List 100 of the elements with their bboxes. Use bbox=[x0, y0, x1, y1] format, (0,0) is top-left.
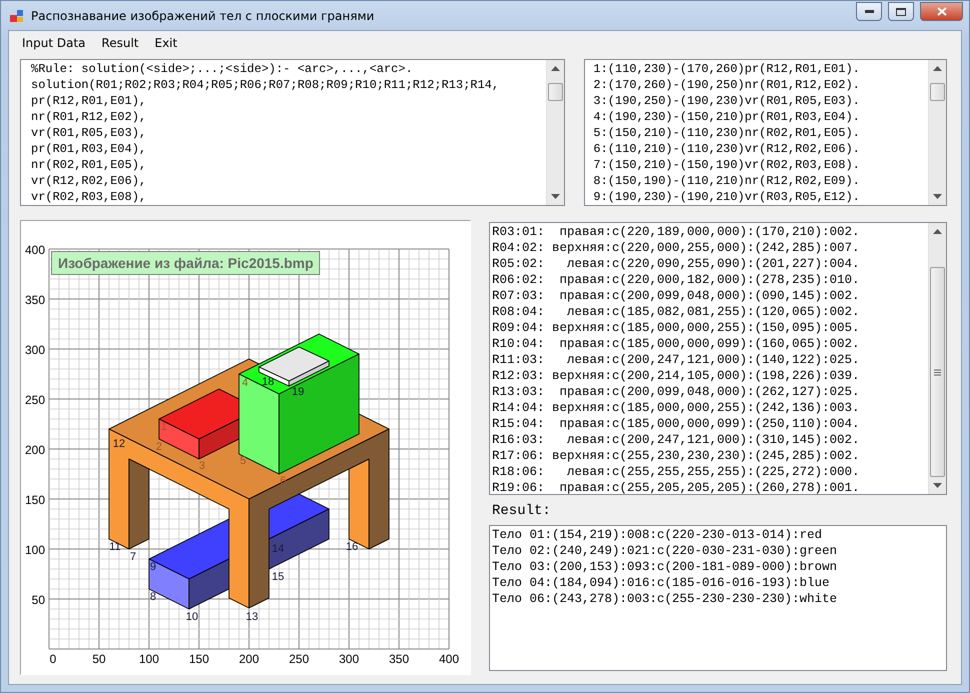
list-line: R16:03: левая:c(200,247,121,000):(310,145):002. bbox=[492, 432, 861, 448]
maximize-icon bbox=[896, 8, 906, 16]
vertex-label: 5 bbox=[240, 455, 246, 467]
axis-tick-label: 200 bbox=[238, 652, 260, 666]
list-line: R03:01: правая:c(220,189,000,000):(170,210):002. bbox=[492, 224, 861, 240]
vertex-label: 13 bbox=[246, 611, 258, 623]
list-line: 6:(110,210)-(110,230)vr(R12,R02,E06). bbox=[593, 141, 861, 157]
axis-tick-label: 400 bbox=[438, 652, 460, 666]
result-line: Тело 03:(200,153):093:c(200-181-089-000):brown bbox=[492, 559, 838, 575]
close-button[interactable] bbox=[920, 2, 963, 21]
vertex-label: 16 bbox=[346, 541, 358, 553]
scrollbar-thumb[interactable] bbox=[930, 83, 945, 101]
code-line: nr(R01,R12,E02), bbox=[31, 109, 148, 125]
list-line: 7:(150,210)-(150,190)vr(R02,R03,E08). bbox=[593, 157, 861, 173]
list-line: R05:02: левая:c(220,090,255,090):(201,227):004. bbox=[492, 256, 861, 272]
vertex-label: 7 bbox=[130, 551, 136, 563]
menu-item[interactable]: Result bbox=[96, 33, 145, 53]
axis-tick-label: 350 bbox=[24, 293, 45, 307]
result-box[interactable] bbox=[489, 525, 947, 671]
list-line: 5:(150,210)-(110,230)nr(R02,R01,E05). bbox=[593, 125, 861, 141]
vertex-label: 18 bbox=[262, 376, 274, 388]
close-icon bbox=[936, 7, 946, 16]
vertex-label: 3 bbox=[198, 460, 206, 472]
menu-item[interactable]: Exit bbox=[148, 33, 184, 53]
list-line: R15:04: правая:c(185,000,000,099):(250,110):004. bbox=[492, 416, 861, 432]
list-line: R18:06: левая:c(255,255,255,255):(225,272):000. bbox=[492, 464, 861, 480]
vertex-label: 10 bbox=[186, 611, 198, 623]
vertex-label: 14 bbox=[272, 543, 284, 555]
list-line: R04:02: верхняя:c(220,000,255,000):(242,285):007. bbox=[492, 240, 861, 256]
vertex-label: 9 bbox=[150, 561, 156, 573]
list-line: R06:02: правая:c(220,000,182,000):(278,235):010. bbox=[492, 272, 861, 288]
axis-tick-label: 400 bbox=[24, 243, 45, 257]
list-line: R13:03: правая:c(200,099,048,000):(262,127):025. bbox=[492, 384, 861, 400]
vertex-label: 4 bbox=[242, 377, 248, 389]
vertex-label: 6 bbox=[280, 475, 286, 487]
scroll-down-icon[interactable] bbox=[933, 483, 942, 488]
scroll-up-icon[interactable] bbox=[933, 229, 942, 234]
axis-tick-label: 50 bbox=[32, 593, 45, 607]
axis-tick-label: 150 bbox=[24, 493, 45, 507]
list-line: R19:06: правая:c(255,205,205,205):(260,278):001. bbox=[492, 480, 861, 494]
grip-icon bbox=[934, 368, 941, 376]
axis-tick-label: 100 bbox=[24, 543, 45, 557]
menu-item[interactable]: Input Data bbox=[16, 33, 92, 53]
list-line: R14:04: верхняя:c(185,000,000,255):(242,136):003. bbox=[492, 400, 861, 416]
scroll-up-icon[interactable] bbox=[551, 66, 560, 71]
list-line: R17:06: верхняя:c(255,230,230,230):(245,285):002. bbox=[492, 448, 861, 464]
result-line: Тело 02:(240,249):021:c(220-030-231-030):green bbox=[492, 543, 838, 559]
list-box[interactable] bbox=[489, 222, 947, 495]
vertex-label: 19 bbox=[292, 386, 304, 398]
axis-tick-label: 300 bbox=[24, 343, 45, 357]
list-line: R07:03: правая:c(200,099,048,000):(090,145):002. bbox=[492, 288, 861, 304]
scrollbar-thumb[interactable] bbox=[548, 83, 564, 101]
axis-tick-label: 150 bbox=[188, 652, 210, 666]
axis-tick-label: 250 bbox=[24, 393, 45, 407]
vertex-label: 2 bbox=[156, 441, 162, 453]
result-label: Result: bbox=[492, 503, 552, 519]
list-line: R11:03: левая:c(200,247,121,000):(140,122):025. bbox=[492, 352, 861, 368]
list-line: 1:(110,230)-(170,260)pr(R12,R01,E01). bbox=[593, 61, 861, 77]
list-line: 4:(190,230)-(150,210)pr(R01,R03,E04). bbox=[593, 109, 861, 125]
axis-tick-label: 200 bbox=[24, 443, 45, 457]
result-line: Тело 06:(243,278):003:c(255-230-230-230):white bbox=[492, 591, 838, 607]
scroll-down-icon[interactable] bbox=[933, 194, 942, 199]
list-box[interactable] bbox=[584, 59, 947, 206]
axis-tick-label: 100 bbox=[138, 652, 160, 666]
image-caption: Изображение из файла: Pic2015.bmp bbox=[51, 251, 320, 275]
code-line: nr(R02,R01,E05), bbox=[31, 157, 148, 173]
vertex-label: 1 bbox=[160, 421, 168, 433]
axis-tick-label: 250 bbox=[288, 652, 310, 666]
axis-tick-label: 50 bbox=[92, 652, 106, 666]
vertex-label: 8 bbox=[150, 591, 156, 603]
result-line: Тело 04:(184,094):016:c(185-016-016-193):blue bbox=[492, 575, 831, 591]
list-line: 8:(150,190)-(110,210)nr(R12,R02,E09). bbox=[593, 173, 861, 189]
maximize-button[interactable] bbox=[888, 2, 914, 21]
list-line: 9:(190,230)-(190,210)vr(R03,R05,E12). bbox=[593, 189, 861, 205]
scrollbar-thumb[interactable] bbox=[930, 267, 945, 477]
list-line: R08:04: левая:c(185,082,081,255):(120,065):002. bbox=[492, 304, 861, 320]
code-line: pr(R12,R01,E01), bbox=[31, 93, 148, 109]
scrollbar[interactable] bbox=[928, 223, 946, 494]
code-line: vr(R12,R02,E06), bbox=[31, 173, 148, 189]
scrollbar[interactable] bbox=[546, 60, 564, 205]
result-line: Тело 01:(154,219):008:c(220-230-013-014):red bbox=[492, 527, 824, 543]
code-line: vr(R01,R05,E03), bbox=[31, 125, 148, 141]
scroll-up-icon[interactable] bbox=[933, 66, 942, 71]
code-line: pr(R01,R03,E04), bbox=[31, 141, 148, 157]
scroll-down-icon[interactable] bbox=[551, 194, 560, 199]
list-line: 3:(190,250)-(190,230)vr(R01,R05,E03). bbox=[593, 93, 861, 109]
axis-tick-label: 300 bbox=[338, 652, 360, 666]
code-line: solution(R01;R02;R03;R04;R05;R06;R07;R08;R09;R10;R11;R12;R13;R14, bbox=[31, 77, 500, 93]
vertex-label: 15 bbox=[272, 571, 284, 583]
code-line: vr(R02,R03,E08), bbox=[31, 189, 148, 205]
scrollbar[interactable] bbox=[928, 60, 946, 205]
text-area[interactable] bbox=[20, 59, 566, 206]
vertex-label: 11 bbox=[109, 541, 121, 553]
axis-tick-label: 0 bbox=[50, 652, 56, 666]
minimize-button[interactable] bbox=[856, 2, 882, 21]
list-line: R12:03: верхняя:c(200,214,105,000):(198,226):039. bbox=[492, 368, 861, 384]
app-icon bbox=[9, 8, 25, 24]
minimize-icon bbox=[864, 10, 874, 13]
list-line: 2:(170,260)-(190,250)nr(R01,R12,E02). bbox=[593, 77, 861, 93]
code-line: %Rule: solution(<side>;...;<side>):- <arc>,...,<arc>. bbox=[31, 61, 414, 77]
